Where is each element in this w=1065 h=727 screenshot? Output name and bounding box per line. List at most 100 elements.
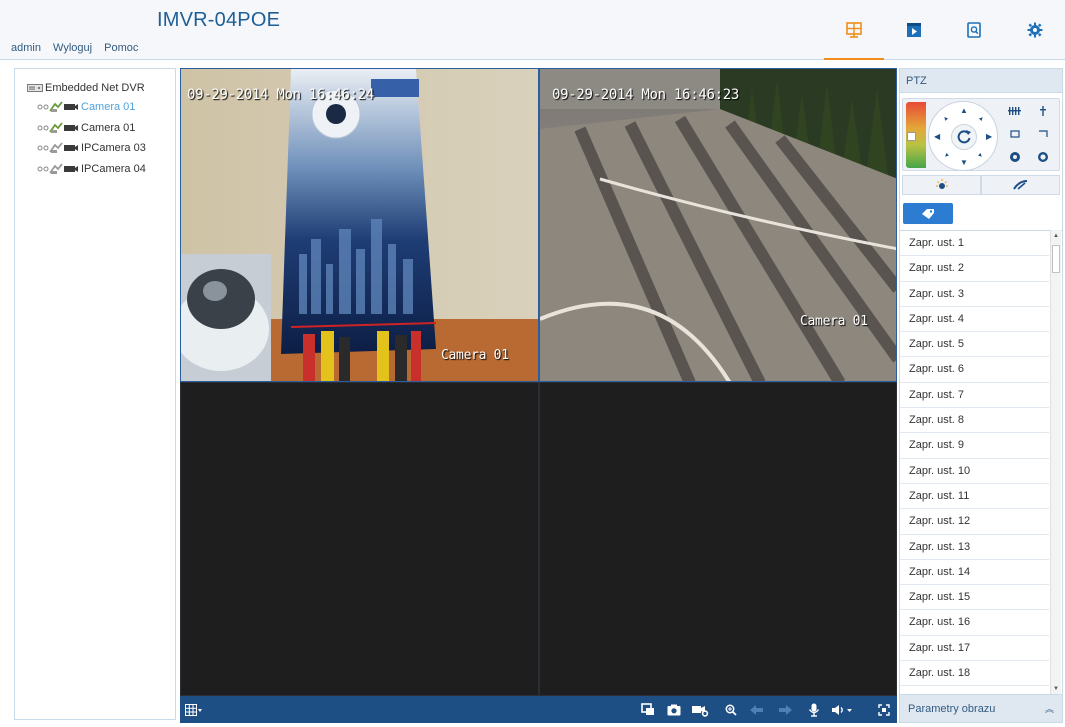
preset-item[interactable]: Zapr. ust. 1	[900, 231, 1049, 257]
digital-zoom-button[interactable]	[722, 701, 740, 718]
preset-list-scrollbar[interactable]: ▲ ▼	[1050, 230, 1061, 695]
preset-item[interactable]: Zapr. ust. 15	[900, 585, 1049, 611]
ptz-auto-scan-button[interactable]	[951, 124, 977, 150]
focus-far-button[interactable]	[1031, 124, 1055, 144]
stop-all-icon	[641, 703, 654, 715]
user-links: admin Wyloguj Pomoc	[11, 42, 147, 54]
wiper-button[interactable]	[981, 175, 1060, 195]
chevron-up-icon: ︽	[1044, 704, 1054, 714]
camera-snapshot-icon	[667, 704, 681, 715]
preset-item[interactable]: Zapr. ust. 8	[900, 408, 1049, 434]
ptz-up-right-icon[interactable]: ▲	[976, 114, 986, 124]
logout-link[interactable]: Wyloguj	[53, 42, 92, 54]
video-tile-2[interactable]: 09-29-2014 Mon 16:46:23 Camera 01	[539, 68, 897, 382]
ptz-direction-dial[interactable]: ▲ ▼ ◀ ▶ ▲ ▲ ▼ ▼	[928, 101, 998, 171]
ptz-left-icon[interactable]: ◀	[934, 133, 940, 141]
focus-near-icon	[1010, 130, 1020, 138]
stop-all-button[interactable]	[639, 701, 657, 718]
preset-item[interactable]: Zapr. ust. 5	[900, 332, 1049, 358]
preset-item[interactable]: Zapr. ust. 11	[900, 484, 1049, 510]
live-view-icon	[846, 22, 862, 38]
preset-item[interactable]: Zapr. ust. 17	[900, 636, 1049, 662]
dvr-device-icon	[27, 84, 43, 92]
osd-camera-label: Camera 01	[800, 314, 868, 329]
video-tile-4[interactable]	[539, 382, 897, 696]
tree-item-camera-2[interactable]: Camera 01	[37, 122, 135, 134]
ptz-down-right-icon[interactable]: ▼	[976, 151, 986, 161]
ptz-control-pad: ▲ ▼ ◀ ▶ ▲ ▲ ▼ ▼	[902, 98, 1060, 171]
preset-item[interactable]: Zapr. ust. 9	[900, 433, 1049, 459]
previous-page-button[interactable]	[748, 701, 766, 718]
zoom-in-icon	[725, 704, 737, 716]
image-params-section[interactable]: Parametry obrazu ︽	[900, 694, 1062, 722]
light-button[interactable]	[902, 175, 981, 195]
capture-button[interactable]	[665, 701, 683, 718]
tree-item-camera-1[interactable]: Camera 01	[37, 101, 135, 113]
tree-item-camera-3[interactable]: IPCamera 03	[37, 142, 146, 154]
preset-item[interactable]: Zapr. ust. 12	[900, 509, 1049, 535]
scroll-down-icon[interactable]: ▼	[1053, 686, 1059, 692]
zoom-tele-icon	[1040, 106, 1046, 116]
zoom-in-button[interactable]	[1031, 101, 1055, 121]
preset-item[interactable]: Zapr. ust. 10	[900, 459, 1049, 484]
preset-item[interactable]: Zapr. ust. 7	[900, 383, 1049, 409]
nav-live-view[interactable]	[824, 0, 884, 60]
live-view-toolbar	[180, 696, 897, 723]
tree-item-label: IPCamera 03	[81, 142, 146, 154]
two-way-audio-button[interactable]	[805, 701, 823, 718]
video-tile-1[interactable]: 09-29-2014 Mon 16:46:24 Camera 01	[180, 68, 539, 382]
zoom-out-button[interactable]	[1003, 101, 1027, 121]
window-layout-icon	[185, 703, 202, 716]
next-page-button[interactable]	[776, 701, 794, 718]
tree-item-label: Camera 01	[81, 122, 136, 134]
ptz-up-left-icon[interactable]: ▲	[941, 114, 951, 124]
ptz-speed-slider[interactable]	[906, 102, 926, 168]
layout-select-button[interactable]	[185, 701, 203, 718]
preset-item[interactable]: Zapr. ust. 4	[900, 307, 1049, 333]
iris-close-icon	[1010, 152, 1020, 162]
preset-item[interactable]: Zapr. ust. 6	[900, 357, 1049, 383]
auto-rotate-icon	[957, 130, 971, 144]
focus-near-button[interactable]	[1003, 124, 1027, 144]
preset-item[interactable]: Zapr. ust. 2	[900, 256, 1049, 282]
fullscreen-button[interactable]	[875, 701, 893, 718]
record-status-icon	[37, 166, 49, 172]
preset-item[interactable]: Zapr. ust. 18	[900, 661, 1049, 687]
microphone-icon	[808, 703, 820, 717]
ptz-down-icon[interactable]: ▼	[960, 159, 968, 167]
osd-camera-label: Camera 01	[441, 348, 509, 363]
preset-item[interactable]: Zapr. ust. 16	[900, 610, 1049, 636]
connection-status-icon	[49, 163, 63, 174]
speed-slider-knob[interactable]	[907, 132, 916, 141]
tree-root-dvr[interactable]: Embedded Net DVR	[27, 82, 145, 94]
iris-close-button[interactable]	[1003, 147, 1027, 167]
image-params-label: Parametry obrazu	[908, 703, 996, 715]
device-title: IMVR-04POE	[157, 9, 281, 31]
video-tile-3[interactable]	[180, 382, 539, 696]
osd-timestamp: 09-29-2014 Mon 16:46:24	[187, 87, 374, 103]
ptz-right-icon[interactable]: ▶	[986, 133, 992, 141]
tree-item-camera-4[interactable]: IPCamera 04	[37, 163, 146, 175]
iris-open-button[interactable]	[1031, 147, 1055, 167]
scrollbar-thumb[interactable]	[1052, 245, 1060, 273]
preset-tag-icon	[922, 208, 934, 219]
record-button[interactable]	[691, 701, 709, 718]
scroll-up-icon[interactable]: ▲	[1053, 233, 1059, 239]
nav-playback[interactable]	[884, 0, 944, 60]
nav-log-search[interactable]	[944, 0, 1004, 60]
help-link[interactable]: Pomoc	[104, 42, 138, 54]
preset-item[interactable]: Zapr. ust. 13	[900, 535, 1049, 560]
video-record-icon	[692, 705, 709, 717]
preset-item[interactable]: Zapr. ust. 14	[900, 560, 1049, 586]
tree-item-label: Camera 01	[81, 101, 136, 113]
ptz-down-left-icon[interactable]: ▼	[941, 151, 951, 161]
connection-status-icon	[49, 122, 63, 133]
preset-item[interactable]: Zapr. ust. 3	[900, 282, 1049, 307]
tree-root-label: Embedded Net DVR	[45, 82, 145, 94]
zoom-wide-icon	[1008, 107, 1021, 115]
device-tree: Embedded Net DVR Camera 01 Camera 01 IPC…	[14, 68, 176, 720]
nav-settings[interactable]	[1005, 0, 1065, 60]
volume-button[interactable]	[830, 701, 854, 718]
preset-tab-button[interactable]	[903, 203, 953, 224]
ptz-up-icon[interactable]: ▲	[960, 107, 968, 115]
